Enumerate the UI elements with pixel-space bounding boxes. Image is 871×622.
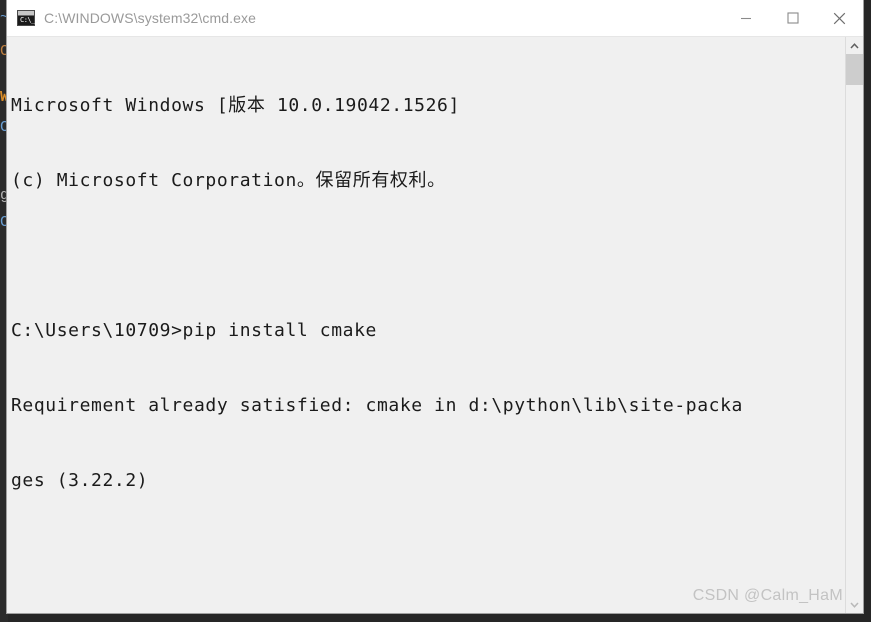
- cmd-exe-window[interactable]: C:\_ C:\WINDOWS\system32\cmd.exe Microso…: [6, 0, 864, 614]
- cmd-icon-prompt-glyph: C:\_: [20, 16, 35, 24]
- close-button[interactable]: [816, 0, 863, 36]
- scroll-down-arrow[interactable]: [846, 596, 863, 613]
- scrollbar-thumb[interactable]: [846, 54, 863, 85]
- window-controls[interactable]: [722, 0, 863, 36]
- console-line: (c) Microsoft Corporation。保留所有权利。: [11, 170, 446, 191]
- minimize-button[interactable]: [722, 0, 769, 36]
- minimize-icon: [740, 17, 751, 20]
- console-line: C:\Users\10709>pip install cmake: [11, 320, 377, 341]
- window-title: C:\WINDOWS\system32\cmd.exe: [44, 10, 256, 26]
- chevron-down-icon: [850, 601, 859, 608]
- vertical-scrollbar[interactable]: [845, 37, 863, 613]
- desktop-background: ~ C W C g C C:\_ C:\WINDOWS\system32\cmd…: [0, 0, 871, 622]
- title-bar[interactable]: C:\_ C:\WINDOWS\system32\cmd.exe: [7, 0, 863, 37]
- scroll-up-arrow[interactable]: [846, 37, 863, 54]
- console-line: Microsoft Windows [版本 10.0.19042.1526]: [11, 95, 460, 116]
- scrollbar-track[interactable]: [846, 54, 863, 596]
- maximize-icon: [786, 12, 799, 24]
- maximize-button[interactable]: [769, 0, 816, 36]
- console-line: ges (3.22.2): [11, 470, 149, 491]
- close-icon: [833, 12, 846, 24]
- console-area[interactable]: Microsoft Windows [版本 10.0.19042.1526] (…: [7, 37, 863, 613]
- console-line: Requirement already satisfied: cmake in …: [11, 395, 743, 416]
- chevron-up-icon: [850, 42, 859, 49]
- console-output[interactable]: Microsoft Windows [版本 10.0.19042.1526] (…: [7, 37, 845, 613]
- cmd-exe-icon: C:\_: [17, 10, 35, 26]
